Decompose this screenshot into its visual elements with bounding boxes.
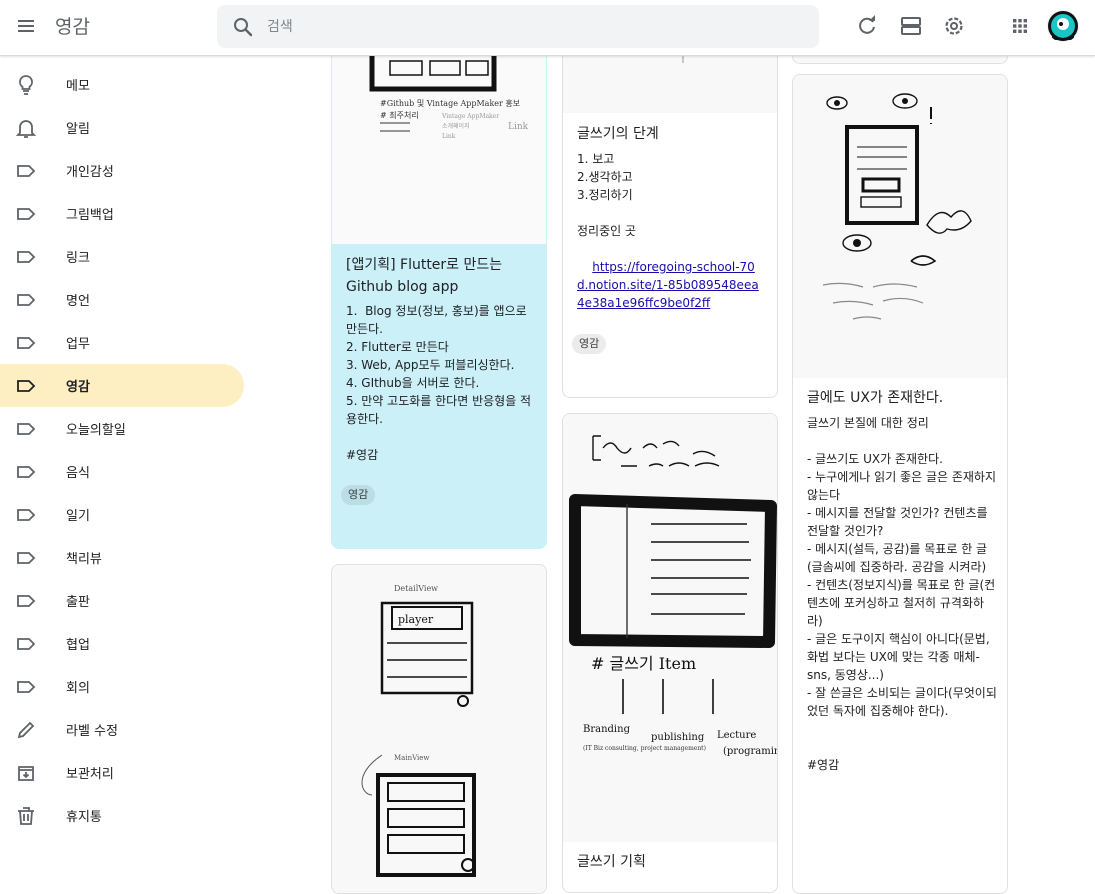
list-view-icon [901, 17, 921, 35]
archive-icon [18, 766, 34, 781]
sketch-text: (programing) [723, 746, 777, 757]
sketch-text: Link [508, 122, 529, 132]
sidebar-item-label[interactable]: 회의 [0, 665, 244, 708]
label-icon [17, 466, 36, 478]
main-menu-button[interactable] [12, 12, 40, 40]
note-sketch-image: DetailView player MainView [332, 565, 546, 893]
search-input[interactable] [267, 13, 807, 41]
note-card-writing-steps[interactable]: 글쓰기의 단계 1. 보고 2.생각하고 3.정리하기 정리중인 곳 https… [562, 20, 778, 398]
note-card-player-sketch[interactable]: DetailView player MainView [331, 564, 547, 894]
sidebar-item-trash[interactable]: 휴지통 [0, 794, 244, 837]
sketch-text: (IT Biz consulting, project management) [583, 745, 706, 752]
note-body: 글쓰기 본질에 대한 정리 - 글쓰기도 UX가 존재한다. - 누구에게나 읽… [807, 416, 997, 772]
note-title: [앱기획] Flutter로 만드는 Github blog app [346, 257, 503, 295]
sketch-drawing [822, 93, 972, 320]
settings-icon [945, 17, 963, 35]
trash-icon [18, 807, 34, 825]
sidebar-item-label-active[interactable]: 영감 [0, 364, 244, 407]
avatar-icon [1048, 11, 1078, 41]
note-card-ux[interactable]: 글에도 UX가 존재한다. 글쓰기 본질에 대한 정리 - 글쓰기도 UX가 존… [792, 74, 1008, 894]
sketch-text: # 최주처리 [380, 110, 419, 120]
sidebar-item-label[interactable]: 책리뷰 [0, 536, 244, 579]
sidebar-item-label[interactable]: 일기 [0, 493, 244, 536]
sketch-text: 소개페이지 [442, 122, 470, 130]
sidebar-item-label[interactable]: 음식 [0, 450, 244, 493]
label-icon [17, 552, 36, 564]
note-body: 1. 보고 2.생각하고 3.정리하기 정리중인 곳 [577, 152, 637, 238]
sketch-text: Branding [583, 724, 631, 735]
label-icon [17, 681, 36, 693]
sketch-text: Link [442, 133, 456, 140]
lightbulb-icon [19, 75, 33, 95]
sketch-text: player [398, 613, 434, 626]
note-body-link: https://foregoing-school-70d.notion.site… [577, 240, 765, 330]
account-avatar[interactable] [1047, 10, 1079, 42]
sketch-text: #Github 및 Vintage AppMaker 홍보 [380, 98, 520, 108]
sidebar-item-label[interactable]: 그림백업 [0, 192, 244, 235]
note-title: 글에도 UX가 존재한다. [807, 390, 944, 406]
sidebar-item-label[interactable]: 협업 [0, 622, 244, 665]
sketch-text: DetailView [394, 584, 438, 593]
label-icon [17, 509, 36, 521]
sidebar-item-label[interactable]: 명언 [0, 278, 244, 321]
sketch-text: MainView [394, 754, 429, 762]
refresh-button[interactable] [852, 11, 882, 41]
app-title: 영감 [55, 16, 90, 38]
bell-icon [15, 120, 37, 138]
sidebar-item-label[interactable]: 링크 [0, 235, 244, 278]
sidebar-item-label[interactable]: 오늘의할일 [0, 407, 244, 450]
label-icon [17, 208, 36, 220]
note-sketch-image: # 글쓰기 Item Branding publishing Lecture (… [563, 414, 777, 842]
sidebar: 메모 알림 개인감성 그림백업 링크 명언 업무 영감 오늘의할일 음식 일기 [0, 57, 250, 876]
sidebar-item-label[interactable]: 출판 [0, 579, 244, 622]
note-title: 글쓰기 기획 [577, 854, 646, 870]
note-link[interactable]: https://foregoing-school-70d.notion.site… [577, 260, 759, 310]
note-body: 1. Blog 정보(정보, 홍보)를 앱으로 만든다. 2. Flutter로… [346, 304, 532, 462]
menu-icon [18, 20, 34, 32]
sketch-text: Vintage AppMaker [441, 113, 499, 120]
sidebar-item-memo[interactable]: 메모 [0, 63, 244, 106]
sidebar-item-label[interactable]: 개인감성 [0, 149, 244, 192]
label-icon [17, 165, 36, 177]
sidebar-item-reminders[interactable]: 알림 [0, 106, 244, 149]
apps-button[interactable] [1005, 11, 1035, 41]
note-title: 글쓰기의 단계 [577, 126, 659, 142]
note-card-flutter[interactable]: #Github 및 Vintage AppMaker 홍보 # 최주처리 Vin… [331, 20, 547, 549]
settings-button[interactable] [939, 11, 969, 41]
note-sketch-image [793, 75, 1007, 378]
label-chip[interactable]: 영감 [572, 334, 607, 354]
sidebar-item-edit-labels[interactable]: 라벨 수정 [0, 708, 244, 751]
label-icon [17, 595, 36, 607]
sketch-drawing: # 글쓰기 Item Branding publishing Lecture (… [569, 435, 777, 757]
sidebar-item-archive[interactable]: 보관처리 [0, 751, 244, 794]
label-icon [17, 294, 36, 306]
label-chip[interactable]: 영감 [341, 485, 376, 505]
search-icon[interactable] [231, 15, 255, 39]
sketch-drawing: DetailView player MainView [361, 584, 476, 877]
search-bar[interactable] [217, 5, 819, 48]
label-icon [17, 423, 36, 435]
label-icon [17, 251, 36, 263]
apps-icon [1013, 19, 1027, 33]
label-icon [17, 337, 36, 349]
sketch-text: # 글쓰기 Item [591, 654, 696, 673]
note-card-writing-plan[interactable]: # 글쓰기 Item Branding publishing Lecture (… [562, 413, 778, 893]
sketch-text: publishing [651, 732, 705, 743]
label-icon [17, 380, 36, 392]
label-icon [17, 638, 36, 650]
pencil-icon [17, 721, 35, 739]
sketch-text: Lecture [717, 730, 756, 741]
top-app-bar: 영감 [0, 0, 1095, 56]
refresh-icon [859, 15, 875, 34]
list-view-button[interactable] [896, 11, 926, 41]
sidebar-item-label[interactable]: 업무 [0, 321, 244, 364]
